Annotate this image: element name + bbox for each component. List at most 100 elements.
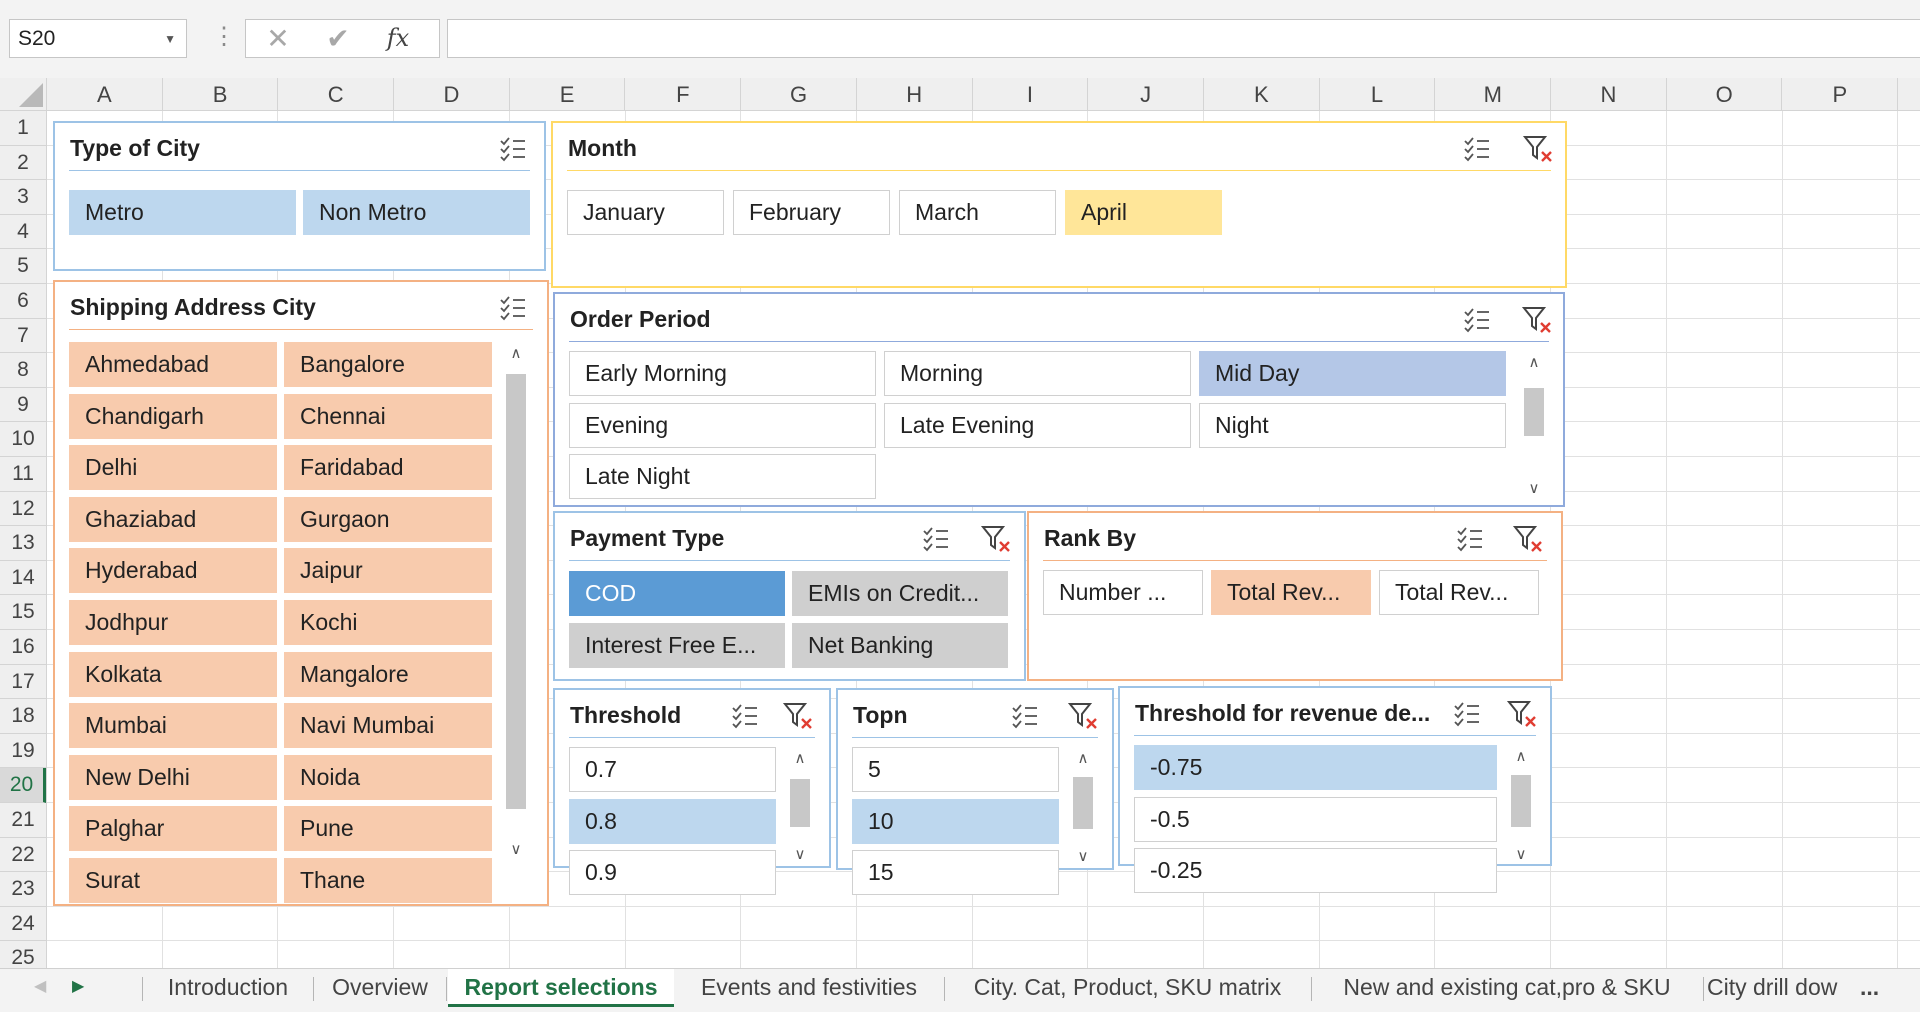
- slicer-item[interactable]: Navi Mumbai: [284, 703, 492, 749]
- slicer-item[interactable]: Chandigarh: [69, 393, 277, 439]
- chevron-up-icon[interactable]: ∧: [1069, 747, 1097, 771]
- slicer-item[interactable]: Ahmedabad: [69, 342, 277, 387]
- clear-filter-icon[interactable]: [1511, 522, 1545, 556]
- row-header[interactable]: 5: [0, 249, 46, 284]
- row-header[interactable]: 11: [0, 457, 46, 492]
- row-header[interactable]: 4: [0, 215, 46, 250]
- slicer-item[interactable]: Night: [1199, 402, 1506, 448]
- sheet-tab-city-cat-product-sku-matrix[interactable]: City. Cat, Product, SKU matrix: [946, 969, 1309, 1007]
- slicer-item[interactable]: Chennai: [284, 393, 492, 439]
- slicer-item[interactable]: 0.7: [569, 747, 776, 792]
- chevron-down-icon[interactable]: ∨: [1507, 843, 1535, 867]
- column-header[interactable]: J: [1088, 78, 1204, 111]
- row-header[interactable]: 22: [0, 838, 46, 873]
- multi-select-icon[interactable]: [496, 291, 530, 325]
- slicer-item[interactable]: April: [1065, 190, 1222, 235]
- row-header[interactable]: 7: [0, 319, 46, 354]
- slicer-item[interactable]: Delhi: [69, 445, 277, 491]
- row-header[interactable]: 14: [0, 561, 46, 596]
- insert-function-icon[interactable]: fx: [378, 20, 418, 57]
- slicer-item[interactable]: Kochi: [284, 600, 492, 645]
- row-header[interactable]: 18: [0, 699, 46, 734]
- sheet-tab-new-and-existing[interactable]: New and existing cat,pro & SKU: [1313, 969, 1701, 1007]
- slicer-item[interactable]: February: [733, 190, 890, 235]
- slicer-item[interactable]: 10: [852, 798, 1059, 844]
- column-header[interactable]: K: [1204, 78, 1320, 111]
- chevron-down-icon[interactable]: ▼: [164, 21, 176, 58]
- scrollbar[interactable]: ∧ ∨: [786, 747, 814, 867]
- chevron-down-icon[interactable]: ∨: [1069, 845, 1097, 869]
- row-header[interactable]: 6: [0, 284, 46, 319]
- row-header[interactable]: 19: [0, 734, 46, 769]
- multi-select-icon[interactable]: [919, 522, 953, 556]
- sheet-tab-overview[interactable]: Overview: [315, 969, 445, 1007]
- row-header[interactable]: 23: [0, 872, 46, 907]
- slicer-item[interactable]: Gurgaon: [284, 496, 492, 542]
- slicer-item[interactable]: Mid Day: [1199, 351, 1506, 396]
- clear-filter-icon[interactable]: [979, 522, 1013, 556]
- clear-filter-icon[interactable]: [781, 699, 815, 733]
- clear-filter-icon[interactable]: [1520, 303, 1554, 337]
- slicer-item[interactable]: Late Evening: [884, 402, 1191, 448]
- multi-select-icon[interactable]: [1008, 699, 1042, 733]
- slicer-item[interactable]: -0.25: [1134, 848, 1497, 893]
- slicer-item[interactable]: Palghar: [69, 806, 277, 852]
- chevron-down-icon[interactable]: ∨: [502, 838, 530, 862]
- scrollbar[interactable]: ∧ ∨: [1520, 351, 1548, 501]
- multi-select-icon[interactable]: [1460, 132, 1494, 166]
- slicer-item[interactable]: Number ...: [1043, 570, 1203, 615]
- slicer-item[interactable]: Net Banking: [792, 623, 1008, 668]
- slicer-item[interactable]: Morning: [884, 351, 1191, 396]
- sheet-tab-city-drill-down[interactable]: City drill dow: [1707, 969, 1859, 1007]
- slicer-item[interactable]: Non Metro: [303, 190, 530, 235]
- scrollbar-thumb[interactable]: [1524, 388, 1544, 436]
- sheet-tab-report-selections[interactable]: Report selections: [448, 969, 674, 1007]
- row-header[interactable]: 24: [0, 907, 46, 942]
- slicer-item[interactable]: Evening: [569, 402, 876, 448]
- slicer-item[interactable]: Kolkata: [69, 651, 277, 697]
- slicer-item[interactable]: Early Morning: [569, 351, 876, 396]
- select-all-button[interactable]: [0, 78, 47, 111]
- slicer-item[interactable]: EMIs on Credit...: [792, 571, 1008, 616]
- column-header[interactable]: B: [163, 78, 279, 111]
- chevron-up-icon[interactable]: ∧: [502, 342, 530, 366]
- slicer-item[interactable]: Total Rev...: [1379, 570, 1539, 615]
- column-header[interactable]: E: [510, 78, 626, 111]
- row-header[interactable]: 17: [0, 665, 46, 700]
- slicer-item[interactable]: Late Night: [569, 454, 876, 499]
- column-header[interactable]: C: [278, 78, 395, 111]
- slicer-item[interactable]: 0.9: [569, 850, 776, 895]
- multi-select-icon[interactable]: [496, 132, 530, 166]
- sheet-tab-events-and-festivities[interactable]: Events and festivities: [676, 969, 942, 1007]
- scrollbar-thumb[interactable]: [1073, 777, 1093, 829]
- sheet-tab-introduction[interactable]: Introduction: [144, 969, 312, 1007]
- scrollbar-thumb[interactable]: [506, 374, 526, 809]
- more-options-icon[interactable]: ⋮: [212, 22, 236, 51]
- slicer-item[interactable]: Jodhpur: [69, 600, 277, 645]
- row-header[interactable]: 20: [0, 768, 46, 803]
- column-header[interactable]: P: [1783, 78, 1899, 111]
- scrollbar[interactable]: ∧ ∨: [1069, 747, 1097, 869]
- scrollbar-thumb[interactable]: [1511, 775, 1531, 827]
- slicer-item[interactable]: New Delhi: [69, 754, 277, 800]
- column-header[interactable]: D: [394, 78, 510, 111]
- slicer-item[interactable]: Jaipur: [284, 548, 492, 594]
- slicer-item[interactable]: Mumbai: [69, 703, 277, 749]
- chevron-down-icon[interactable]: ∨: [1520, 477, 1548, 501]
- column-header[interactable]: A: [47, 78, 163, 111]
- column-header[interactable]: L: [1320, 78, 1436, 111]
- slicer-item[interactable]: Pune: [284, 806, 492, 852]
- slicer-item[interactable]: March: [899, 190, 1056, 235]
- clear-filter-icon[interactable]: [1505, 697, 1539, 731]
- scrollbar-thumb[interactable]: [790, 779, 810, 827]
- slicer-item[interactable]: Metro: [69, 190, 296, 235]
- chevron-down-icon[interactable]: ∨: [786, 843, 814, 867]
- slicer-item[interactable]: Total Rev...: [1211, 570, 1371, 615]
- slicer-item[interactable]: Interest Free E...: [569, 623, 785, 668]
- slicer-item[interactable]: COD: [569, 571, 785, 616]
- chevron-up-icon[interactable]: ∧: [1507, 745, 1535, 769]
- column-header[interactable]: M: [1435, 78, 1552, 111]
- scrollbar[interactable]: ∧ ∨: [502, 342, 530, 862]
- cancel-icon[interactable]: ✕: [258, 20, 298, 57]
- row-header[interactable]: 10: [0, 422, 46, 457]
